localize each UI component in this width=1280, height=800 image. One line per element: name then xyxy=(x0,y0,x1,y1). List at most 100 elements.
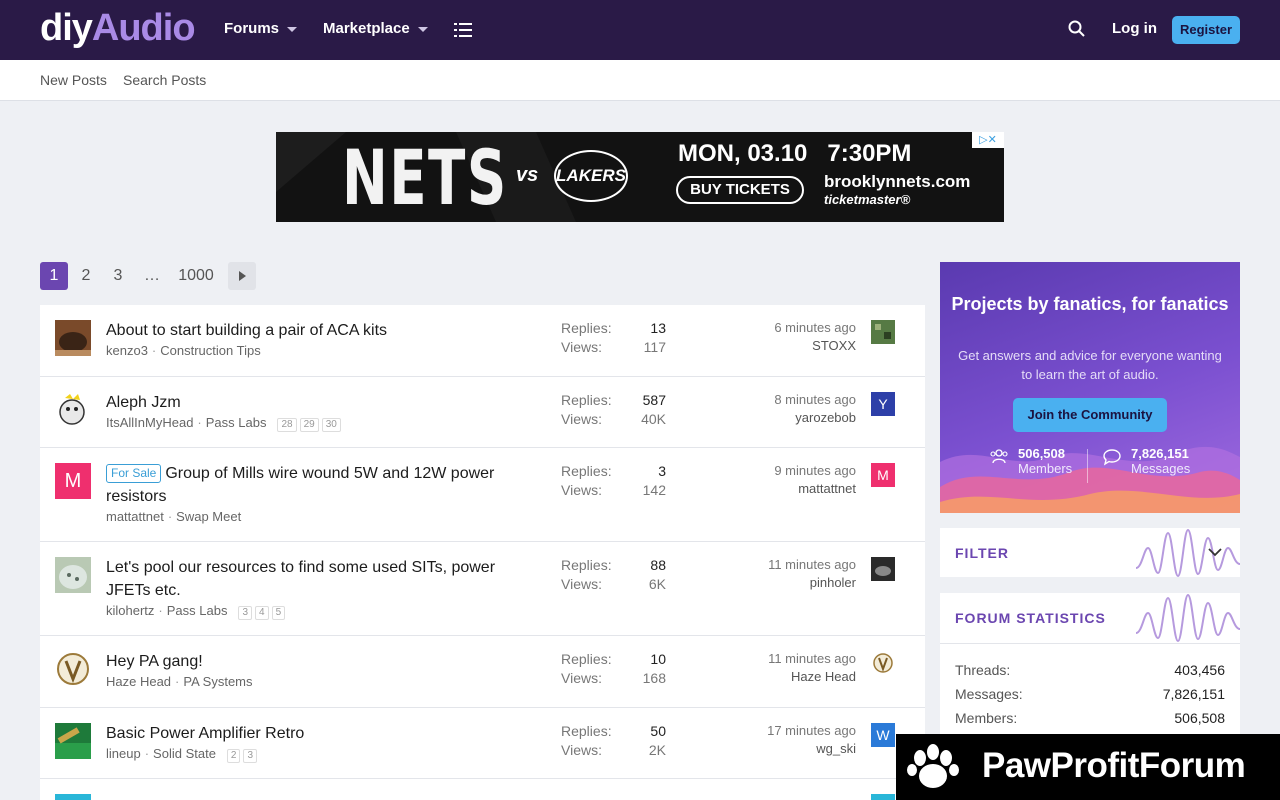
thread-stats: Replies: 10 Views: 168 xyxy=(561,651,666,686)
thread-row[interactable] xyxy=(40,779,925,800)
filter-card[interactable]: FILTER xyxy=(940,528,1240,577)
thread-row[interactable]: Hey PA gang! Haze Head · PA Systems Replie… xyxy=(40,636,925,708)
thread-row[interactable]: About to start building a pair of ACA ki… xyxy=(40,305,925,377)
thread-title[interactable]: For Sale Group of Mills wire wound 5W and… xyxy=(106,462,526,508)
thread-forum[interactable]: Pass Labs xyxy=(167,603,228,618)
last-poster-avatar[interactable] xyxy=(871,794,895,800)
login-link[interactable]: Log in xyxy=(1112,20,1157,37)
thread-forum[interactable]: PA Systems xyxy=(183,674,252,689)
thread-meta: ItsAllInMyHead · Pass Labs 28 29 30 xyxy=(106,415,341,432)
thread-row[interactable]: Let's pool our resources to find some us… xyxy=(40,542,925,636)
replies-count: 88 xyxy=(650,557,666,573)
promo-title: Projects by fanatics, for fanatics xyxy=(951,294,1229,314)
latest-post[interactable]: 11 minutes ago pinholer xyxy=(740,556,856,592)
watermark-text: PawProfitForum xyxy=(982,746,1246,785)
stat-divider xyxy=(1087,449,1088,483)
author-avatar[interactable] xyxy=(55,392,91,428)
chevron-down-icon[interactable] xyxy=(1208,547,1222,557)
join-community-button[interactable]: Join the Community xyxy=(1013,398,1167,432)
views-count: 117 xyxy=(643,339,666,355)
replies-count: 10 xyxy=(650,651,666,667)
thread-row[interactable]: Aleph Jzm ItsAllInMyHead · Pass Labs 28 29 30… xyxy=(40,377,925,448)
ad-vs: vs xyxy=(516,164,539,186)
lakers-logo: LAKERS xyxy=(554,150,628,202)
thread-meta: kilohertz · Pass Labs 3 4 5 xyxy=(106,603,286,620)
replies-count: 587 xyxy=(642,392,666,408)
list-menu-icon[interactable] xyxy=(454,22,472,38)
page-jump[interactable]: 2 xyxy=(226,749,241,763)
ad-team-name: NETS xyxy=(342,133,508,222)
author-avatar[interactable] xyxy=(55,794,91,800)
nav-forums[interactable]: Forums xyxy=(224,20,298,37)
community-promo: Projects by fanatics, for fanatics Get a… xyxy=(940,262,1240,513)
author-avatar[interactable] xyxy=(55,320,91,356)
latest-post[interactable]: 8 minutes ago yarozebob xyxy=(740,391,856,427)
ad-close-icon[interactable]: ▷✕ xyxy=(972,132,1004,148)
views-count: 2K xyxy=(648,742,666,758)
last-poster-avatar[interactable] xyxy=(871,320,895,344)
members-icon xyxy=(990,449,1008,464)
nav-marketplace[interactable]: Marketplace xyxy=(323,20,428,37)
page-last[interactable]: 1000 xyxy=(176,262,216,290)
thread-meta: lineup · Solid State 2 3 xyxy=(106,746,258,763)
thread-author[interactable]: Haze Head xyxy=(106,674,171,689)
thread-author[interactable]: lineup xyxy=(106,746,141,761)
latest-post[interactable]: 17 minutes ago wg_ski xyxy=(740,722,856,758)
latest-post[interactable]: 11 minutes ago Haze Head xyxy=(740,650,856,686)
thread-meta: Haze Head · PA Systems xyxy=(106,674,253,689)
promo-wave-decoration xyxy=(940,446,1240,513)
page-ellipsis[interactable]: … xyxy=(140,262,164,290)
thread-row[interactable]: Basic Power Amplifier Retro lineup · Solid… xyxy=(40,708,925,779)
thread-forum[interactable]: Construction Tips xyxy=(160,343,260,358)
thread-row[interactable]: M For Sale Group of Mills wire wound 5W a… xyxy=(40,448,925,542)
author-avatar[interactable] xyxy=(55,651,91,687)
next-page-button[interactable] xyxy=(228,262,256,290)
thread-title[interactable]: About to start building a pair of ACA ki… xyxy=(106,319,526,342)
page-jump[interactable]: 3 xyxy=(243,749,258,763)
search-icon[interactable] xyxy=(1068,20,1086,38)
site-logo[interactable]: diyAudio xyxy=(40,6,196,50)
thread-title[interactable]: Aleph Jzm xyxy=(106,391,526,414)
thread-author[interactable]: ItsAllInMyHead xyxy=(106,415,193,430)
thread-title[interactable]: Let's pool our resources to find some us… xyxy=(106,556,526,602)
buy-tickets-button[interactable]: BUY TICKETS xyxy=(676,176,804,204)
page-jump[interactable]: 30 xyxy=(321,418,341,432)
author-avatar[interactable]: M xyxy=(55,463,91,499)
last-poster-avatar[interactable]: W xyxy=(871,723,895,747)
page-1[interactable]: 1 xyxy=(40,262,68,290)
thread-author[interactable]: mattattnet xyxy=(106,509,164,524)
divider xyxy=(940,643,1240,644)
register-button[interactable]: Register xyxy=(1172,16,1240,44)
thread-forum[interactable]: Swap Meet xyxy=(176,509,241,524)
page-jump[interactable]: 5 xyxy=(271,606,286,620)
thread-stats: Replies: 88 Views: 6K xyxy=(561,557,666,592)
page-jump[interactable]: 3 xyxy=(238,606,253,620)
thread-title[interactable]: Hey PA gang! xyxy=(106,650,526,673)
latest-post[interactable]: 9 minutes ago mattattnet xyxy=(740,462,856,498)
thread-title[interactable]: Basic Power Amplifier Retro xyxy=(106,722,526,745)
for-sale-prefix[interactable]: For Sale xyxy=(106,464,162,483)
new-posts-link[interactable]: New Posts xyxy=(40,72,107,88)
search-posts-link[interactable]: Search Posts xyxy=(123,72,206,88)
author-avatar[interactable] xyxy=(55,723,91,759)
author-avatar[interactable] xyxy=(55,557,91,593)
replies-count: 50 xyxy=(650,723,666,739)
thread-forum[interactable]: Solid State xyxy=(153,746,216,761)
last-poster-avatar[interactable]: M xyxy=(871,463,895,487)
thread-author[interactable]: kilohertz xyxy=(106,603,154,618)
last-poster-avatar[interactable] xyxy=(871,651,895,675)
thread-author[interactable]: kenzo3 xyxy=(106,343,148,358)
advertisement-banner[interactable]: NETS vs LAKERS MON, 03.10 7:30PM BUY TIC… xyxy=(276,132,1004,222)
page-jump[interactable]: 4 xyxy=(255,606,269,620)
page-jump[interactable]: 28 xyxy=(277,418,297,432)
last-poster-avatar[interactable] xyxy=(871,557,895,581)
page-jump[interactable]: 29 xyxy=(299,418,319,432)
page-3[interactable]: 3 xyxy=(108,262,128,290)
last-poster-avatar[interactable]: Y xyxy=(871,392,895,416)
page-2[interactable]: 2 xyxy=(76,262,96,290)
thread-forum[interactable]: Pass Labs xyxy=(206,415,267,430)
chevron-down-icon xyxy=(417,27,428,32)
messages-stat: 7,826,151 Messages xyxy=(1131,446,1191,476)
latest-post[interactable]: 6 minutes ago STOXX xyxy=(740,319,856,355)
forum-statistics-title: FORUM STATISTICS xyxy=(955,610,1106,626)
